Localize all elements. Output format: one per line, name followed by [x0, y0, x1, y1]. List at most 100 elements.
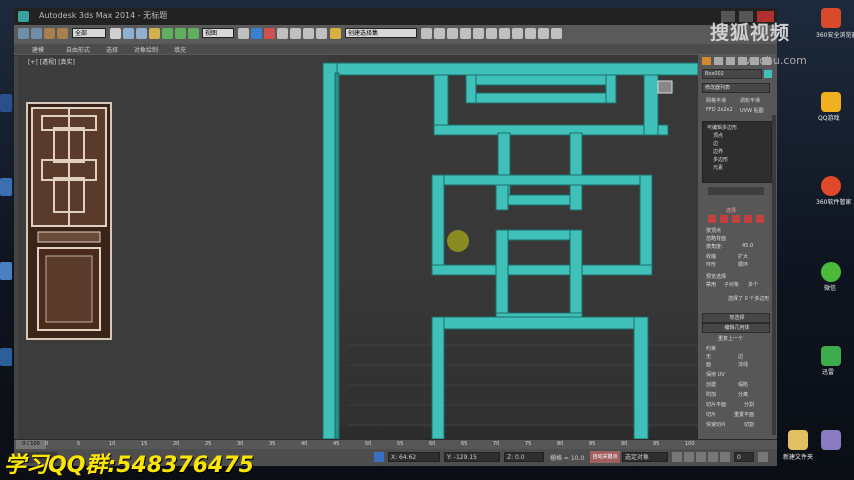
stack-item[interactable]: 顶点 — [713, 132, 723, 139]
curve-editor-icon[interactable] — [473, 28, 484, 39]
repeat-last-button[interactable]: 重复上一个 — [718, 335, 743, 342]
named-selection-dropdown[interactable]: 创建选择集 — [345, 28, 417, 38]
constraint-none-radio[interactable]: 无 — [706, 353, 711, 360]
angle-snap-icon[interactable] — [290, 28, 301, 39]
modifier-list-dropdown[interactable]: 修改器列表 — [702, 83, 770, 93]
rectangle-selection-icon[interactable] — [136, 28, 147, 39]
frame-input[interactable]: 0 — [734, 452, 754, 462]
object-color-swatch[interactable] — [764, 70, 772, 78]
window-crossing-icon[interactable] — [149, 28, 160, 39]
grow-button[interactable]: 扩大 — [738, 253, 748, 260]
split-checkbox[interactable]: 分割 — [744, 401, 754, 408]
game-icon[interactable] — [821, 92, 841, 112]
x-coordinate-field[interactable]: X: 64.62 — [388, 452, 440, 462]
slice-plane-button[interactable]: 切片平面 — [706, 401, 726, 408]
edit-named-selection-icon[interactable] — [330, 28, 341, 39]
unlink-icon[interactable] — [57, 28, 68, 39]
link-icon[interactable] — [44, 28, 55, 39]
layer-manager-icon[interactable] — [447, 28, 458, 39]
time-config-icon[interactable] — [758, 452, 768, 462]
collapse-button[interactable]: 塌陷 — [738, 381, 748, 388]
z-coordinate-field[interactable]: Z: 0.0 — [504, 452, 544, 462]
preview-off-radio[interactable]: 禁用 — [706, 281, 716, 288]
snaps-toggle-icon[interactable] — [277, 28, 288, 39]
edge-mode-icon[interactable] — [720, 215, 728, 223]
angle-value-field[interactable]: 45.0 — [742, 243, 753, 249]
reference-coord-dropdown[interactable]: 视图 — [202, 28, 234, 38]
app-logo-icon[interactable] — [18, 11, 29, 22]
shrink-button[interactable]: 收缩 — [706, 253, 716, 260]
select-by-name-icon[interactable] — [123, 28, 134, 39]
play-icon[interactable] — [696, 452, 706, 462]
y-coordinate-field[interactable]: Y: -129.15 — [444, 452, 500, 462]
browser-icon[interactable] — [821, 8, 841, 28]
rendered-frame-icon[interactable] — [525, 28, 536, 39]
slice-button[interactable]: 切片 — [706, 411, 716, 418]
render-iterative-icon[interactable] — [551, 28, 562, 39]
constraint-edge-radio[interactable]: 边 — [738, 353, 743, 360]
prev-frame-icon[interactable] — [684, 452, 694, 462]
render-setup-icon[interactable] — [512, 28, 523, 39]
spinner-snap-icon[interactable] — [316, 28, 327, 39]
object-name-field[interactable]: Box002 — [702, 69, 762, 79]
scale-icon[interactable] — [188, 28, 199, 39]
stack-item[interactable]: 多边形 — [713, 156, 728, 163]
stack-item[interactable]: 边 — [713, 140, 718, 147]
file-icon[interactable] — [821, 430, 841, 450]
rotate-icon[interactable] — [175, 28, 186, 39]
select-object-icon[interactable] — [110, 28, 121, 39]
preserve-uv-checkbox[interactable]: 保持 UV — [706, 371, 725, 378]
tab-object-paint[interactable]: 对象绘制 — [134, 45, 158, 54]
perspective-viewport[interactable]: [+] [透视] [真实] — [18, 55, 698, 439]
modifier-button-2[interactable]: 涡轮平滑 — [740, 97, 760, 104]
selection-filter-dropdown[interactable]: 全部 — [72, 28, 106, 38]
percent-snap-icon[interactable] — [303, 28, 314, 39]
graphite-tools-icon[interactable] — [460, 28, 471, 39]
manipulate-icon[interactable] — [251, 28, 262, 39]
detach-button[interactable]: 分离 — [738, 391, 748, 398]
tab-populate[interactable]: 填充 — [174, 45, 186, 54]
quickslice-button[interactable]: 快速切片 — [706, 421, 726, 428]
element-mode-icon[interactable] — [756, 215, 764, 223]
mirror-icon[interactable] — [421, 28, 432, 39]
schematic-view-icon[interactable] — [486, 28, 497, 39]
auto-key-button[interactable]: 自动关键点 — [590, 451, 620, 463]
goto-start-icon[interactable] — [672, 452, 682, 462]
section-select[interactable]: 选择 — [726, 207, 736, 214]
reset-plane-button[interactable]: 重置平面 — [734, 411, 754, 418]
edit-geometry-rollout[interactable]: 编辑几何体 — [702, 323, 770, 333]
stack-item[interactable]: 可编辑多边形 — [707, 124, 737, 131]
next-frame-icon[interactable] — [708, 452, 718, 462]
thunder-icon[interactable] — [821, 346, 841, 366]
redo-icon[interactable] — [31, 28, 42, 39]
wechat-icon[interactable] — [821, 262, 841, 282]
software-manager-icon[interactable] — [821, 176, 841, 196]
folder-icon[interactable] — [788, 430, 808, 450]
modifier-button-3[interactable]: FFD 2x2x2 — [706, 107, 733, 113]
border-mode-icon[interactable] — [732, 215, 740, 223]
create-tab-icon[interactable] — [702, 57, 711, 65]
stack-item[interactable]: 元素 — [713, 164, 723, 171]
goto-end-icon[interactable] — [720, 452, 730, 462]
attach-button[interactable]: 附加 — [706, 391, 716, 398]
desktop-left-icon-2[interactable] — [0, 178, 12, 196]
stack-item[interactable]: 边界 — [713, 148, 723, 155]
desktop-left-icon-3[interactable] — [0, 262, 12, 280]
ignore-backface-checkbox[interactable]: 忽略背面 — [706, 235, 726, 242]
desktop-left-icon-1[interactable] — [0, 94, 12, 112]
desktop-left-icon-4[interactable] — [0, 348, 12, 366]
tab-modeling[interactable]: 建模 — [32, 45, 44, 54]
loop-button[interactable]: 循环 — [738, 261, 748, 268]
tab-selection[interactable]: 选择 — [106, 45, 118, 54]
modifier-button-1[interactable]: 网格平滑 — [706, 97, 726, 104]
preview-subobj-radio[interactable]: 子对象 — [724, 281, 739, 288]
hierarchy-tab-icon[interactable] — [726, 57, 735, 65]
constraint-face-radio[interactable]: 面 — [706, 361, 711, 368]
preview-multi-radio[interactable]: 多个 — [748, 281, 758, 288]
align-icon[interactable] — [434, 28, 445, 39]
command-panel-scrollbar[interactable] — [772, 115, 776, 435]
modifier-stack[interactable]: 可编辑多边形 顶点 边 边界 多边形 元素 — [702, 121, 772, 183]
modifier-button-4[interactable]: UVW 贴图 — [740, 107, 764, 114]
selected-dropdown[interactable]: 选定对象 — [622, 452, 668, 462]
by-vertex-checkbox[interactable]: 按顶点 — [706, 227, 721, 234]
